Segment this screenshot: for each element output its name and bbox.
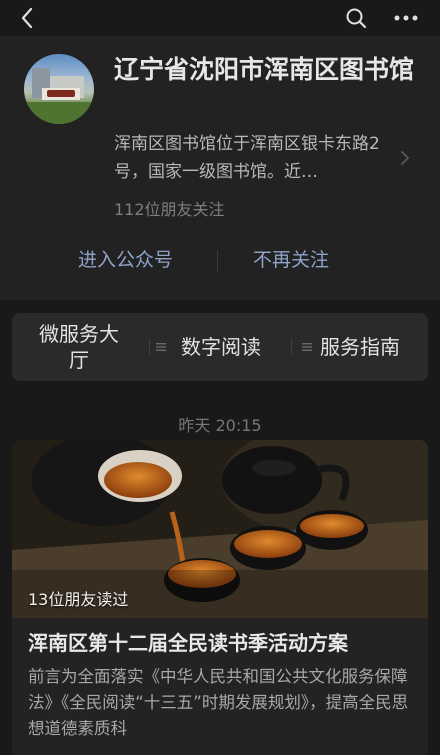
menu-item-label: 数字阅读: [181, 335, 261, 359]
enter-account-button[interactable]: 进入公众号: [78, 240, 173, 280]
menu-item-digital-reading[interactable]: 数字阅读: [152, 313, 290, 381]
unfollow-button[interactable]: 不再关注: [253, 240, 329, 280]
chevron-right-icon[interactable]: [398, 148, 412, 168]
account-profile-card: 辽宁省沈阳市浑南区图书馆 浑南区图书馆位于浑南区银卡东路2号，国家一级图书馆。近…: [0, 36, 440, 300]
search-button[interactable]: [344, 6, 368, 30]
article-summary: 前言为全面落实《中华人民共和国公共文化服务保障法》《全民阅读“十三五”时期发展规…: [28, 667, 409, 738]
article-cover-image[interactable]: 13位朋友读过: [12, 440, 428, 618]
menu-item-label: 服务指南: [320, 335, 400, 359]
submenu-icon: [156, 343, 166, 351]
back-button[interactable]: [16, 6, 40, 30]
menu-item-label: 微服务大厅: [39, 322, 119, 372]
more-button[interactable]: [392, 6, 420, 30]
more-horizontal-icon: [394, 15, 418, 21]
submenu-icon: [302, 343, 312, 351]
account-actions: 进入公众号 不再关注: [0, 240, 440, 280]
article-card[interactable]: 13位朋友读过 浑南区第十二届全民读书季活动方案 前言为全面落实《中华人民共和国…: [12, 440, 428, 755]
followers-count: 112位朋友关注: [114, 200, 225, 219]
account-menu: 微服务大厅 数字阅读 服务指南: [12, 313, 428, 381]
friends-read-count: 13位朋友读过: [28, 590, 129, 609]
divider: [217, 250, 218, 272]
message-timestamp: 昨天 20:15: [178, 416, 262, 435]
account-avatar[interactable]: [24, 54, 94, 124]
article-title[interactable]: 浑南区第十二届全民读书季活动方案: [28, 628, 420, 658]
search-icon: [346, 8, 367, 29]
chevron-left-icon: [21, 7, 33, 29]
top-bar: [0, 0, 440, 36]
divider: [149, 339, 150, 355]
account-name: 辽宁省沈阳市浑南区图书馆: [114, 55, 415, 84]
menu-item-micro-service-hall[interactable]: 微服务大厅: [12, 313, 146, 381]
account-description[interactable]: 浑南区图书馆位于浑南区银卡东路2号，国家一级图书馆。近…: [114, 130, 392, 186]
menu-item-service-guide[interactable]: 服务指南: [292, 313, 428, 381]
